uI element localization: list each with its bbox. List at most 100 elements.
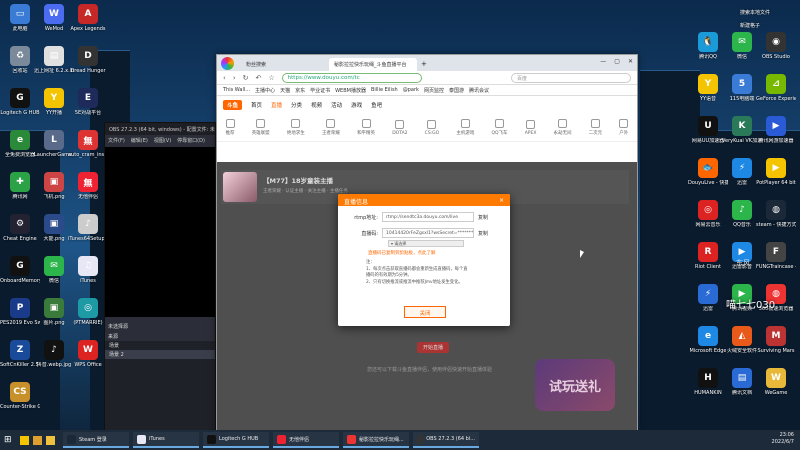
bookmark-item[interactable]: 腾讯会议 — [469, 87, 489, 94]
back-icon[interactable]: ‹ — [223, 74, 226, 82]
desktop-icon[interactable]: 無无他伴侣 — [70, 172, 106, 200]
desktop-icon[interactable]: R Riot Client — [690, 242, 726, 270]
url-input[interactable]: https://www.douyu.com/tc — [281, 72, 422, 83]
taskbar-app[interactable]: iTunes — [133, 432, 199, 448]
bookmark-item[interactable]: 京东 — [295, 87, 305, 94]
desktop-icon[interactable]: ✉ 微信 — [36, 256, 72, 284]
desktop-icon[interactable]: ▶ PotPlayer 64 bit — [756, 158, 796, 186]
promo-banner[interactable]: 试玩送礼 — [535, 359, 615, 411]
taskbar-app[interactable]: Steam 登录 — [63, 432, 129, 448]
desktop-icon[interactable]: ▣ 飞机.png — [36, 172, 72, 200]
site-nav-item[interactable]: 鱼吧 — [371, 101, 382, 109]
obs-menu-file[interactable]: 文件(F) — [108, 137, 125, 144]
start-icon[interactable]: ⊞ — [4, 435, 16, 445]
obs-menu-dock[interactable]: 停靠窗口(D) — [177, 137, 205, 144]
copy-rtmp-button[interactable]: 复制 — [478, 214, 488, 221]
site-nav-item[interactable]: 视频 — [311, 101, 322, 109]
category-item[interactable]: DOTA2 — [392, 119, 408, 136]
desktop-icon[interactable]: P PES2019 Evo Switcher.exe — [0, 298, 40, 326]
refresh-icon[interactable]: ↻ — [243, 74, 249, 82]
desktop-icon[interactable]: ◉ OBS Studio — [758, 32, 794, 60]
desktop-icon[interactable]: D Dread Hunger — [70, 46, 106, 74]
desktop-icon[interactable]: U 网易UU加速器 — [690, 116, 726, 144]
site-nav-item[interactable]: 直播 — [271, 101, 282, 109]
bookmark-item[interactable]: 天猫 — [280, 87, 290, 94]
desktop-icon[interactable]: ▣ 图片.png — [36, 298, 72, 326]
category-item[interactable]: CS:GO — [425, 119, 439, 136]
desktop-icon[interactable]: ◎ 网易云音乐 — [690, 200, 726, 228]
desktop-icon[interactable]: Z SoftCnKiller 2.54 (破... — [0, 340, 40, 368]
desktop-icon[interactable]: G Logitech G HUB — [0, 88, 40, 116]
desktop-icon[interactable]: ▶ 腾讯网游加速器 — [758, 116, 794, 144]
desktop-icon[interactable]: ◍ steam - 快捷方式 — [756, 200, 796, 228]
site-nav-item[interactable]: 首页 — [251, 101, 262, 109]
bookmark-item[interactable]: 网页监控 — [424, 87, 444, 94]
obs-menu-view[interactable]: 视图(V) — [154, 137, 171, 144]
taskbar-app[interactable]: 秘影拉拉快乐玩绳... — [343, 432, 409, 448]
new-grid[interactable]: 新建格子 — [740, 22, 770, 29]
desktop-icon[interactable]: CS Counter-Strike Global... — [0, 382, 40, 410]
obs-scene-item[interactable]: 场景 — [105, 341, 215, 350]
desktop-icon[interactable]: ✚ 腾讯网 — [2, 172, 38, 200]
desktop-icon[interactable]: ♻ 回收站 — [2, 46, 38, 74]
category-item[interactable]: 英雄联盟 — [252, 119, 270, 136]
rtmp-input[interactable]: rtmp://sendtc3a.douyu.com/live — [382, 212, 474, 222]
desktop-icon[interactable]: Y YY语音 — [690, 74, 726, 102]
desktop-icon[interactable]: 5 115电脑端 — [724, 74, 760, 102]
desktop-icon[interactable]: ▣ 大能.png — [36, 214, 72, 242]
category-item[interactable]: QQ飞车 — [491, 119, 508, 136]
category-item[interactable]: APEX — [525, 119, 536, 136]
dialog-close-icon[interactable]: × — [499, 197, 504, 204]
category-item[interactable]: 主机游戏 — [456, 119, 474, 136]
desktop-icon[interactable]: e 全免费浏览器 — [2, 130, 38, 158]
start-live-button[interactable]: 开始直播 — [417, 342, 450, 353]
desktop-icon[interactable]: ♪ 抖音.webp.jpg — [36, 340, 72, 368]
taskbar-app[interactable]: 无他伴侣 — [273, 432, 339, 448]
desktop-icon[interactable]: ◎ (PTMARRIE) — [70, 298, 106, 326]
bookmark-item[interactable]: 主播中心 — [255, 87, 275, 94]
undo-icon[interactable]: ↶ — [256, 74, 262, 82]
category-item[interactable]: 王者荣耀 — [322, 119, 340, 136]
desktop-icon[interactable]: ✉ 微信 — [724, 32, 760, 60]
search-local-files[interactable]: 搜索本地文件 — [740, 9, 770, 16]
forward-icon[interactable]: › — [233, 74, 236, 82]
desktop-icon[interactable]: 🐟 DouyuLive - 快捷方式 — [688, 158, 728, 186]
bookmark-item[interactable]: This Wall... — [223, 87, 250, 93]
site-logo[interactable]: 斗鱼 — [223, 100, 243, 110]
category-item[interactable]: 二次元 — [589, 119, 602, 136]
desktop-icon[interactable]: ◭ 火绒安全软件 — [724, 326, 760, 354]
site-nav-item[interactable]: 活动 — [331, 101, 342, 109]
desktop-icon[interactable]: ▤ 腾讯文档 — [724, 368, 760, 396]
site-nav-item[interactable]: 游戏 — [351, 101, 362, 109]
dialog-ok-button[interactable]: 关闭 — [404, 306, 446, 318]
desktop-icon[interactable]: 🐧 腾讯QQ — [690, 32, 726, 60]
desktop-icon[interactable]: W WeMod — [36, 4, 72, 32]
desktop-icon[interactable]: ⚙ Cheat Engine — [2, 214, 38, 242]
desktop-icon[interactable]: A Apex Legends — [70, 4, 106, 32]
desktop-icon[interactable]: ▤ 迅上网址 6.2.x.lnk — [34, 46, 74, 74]
bookmark-item[interactable]: WEBM播放器 — [335, 87, 366, 94]
close-icon[interactable]: ✕ — [628, 58, 633, 65]
category-item[interactable]: 户外 — [619, 119, 629, 136]
taskbar-pin-icon[interactable] — [46, 435, 55, 445]
desktop-icon[interactable]: LLauncherGame.exe - 快... — [34, 130, 74, 158]
category-item[interactable]: 推荐 — [225, 119, 235, 136]
category-item[interactable]: 绝地求生 — [287, 119, 305, 136]
site-nav-item[interactable]: 分类 — [291, 101, 302, 109]
taskbar-app[interactable]: Logitech G HUB — [203, 432, 269, 448]
desktop-icon[interactable]: G OnboardMemoryManager — [0, 256, 40, 284]
taskbar-app[interactable]: OBS 27.2.3 (64 bi... — [413, 432, 479, 448]
tab-douyu[interactable]: 秘影拉拉快乐玩绳_斗鱼直播平台 — [329, 58, 417, 71]
minimize-icon[interactable]: — — [600, 58, 606, 65]
desktop-icon[interactable]: H HUMANKIN — [690, 368, 726, 396]
browser-logo-icon[interactable] — [221, 57, 234, 70]
desktop-icon[interactable]: ♪ QQ音乐 — [724, 200, 760, 228]
search-input[interactable]: 百度 — [511, 72, 631, 83]
line-select[interactable]: ▾ 请选择 — [388, 240, 464, 247]
bookmark-item[interactable]: 泰国游 — [449, 87, 464, 94]
star-icon[interactable]: ☆ — [268, 74, 274, 82]
obs-menu-edit[interactable]: 编辑(E) — [131, 137, 148, 144]
tab-fans-search[interactable]: 粉丝搜索 — [241, 58, 329, 71]
obs-preview[interactable] — [105, 147, 215, 317]
key-input[interactable]: 10414420rFeZgsxl1?wsSecret=************* — [382, 228, 474, 238]
